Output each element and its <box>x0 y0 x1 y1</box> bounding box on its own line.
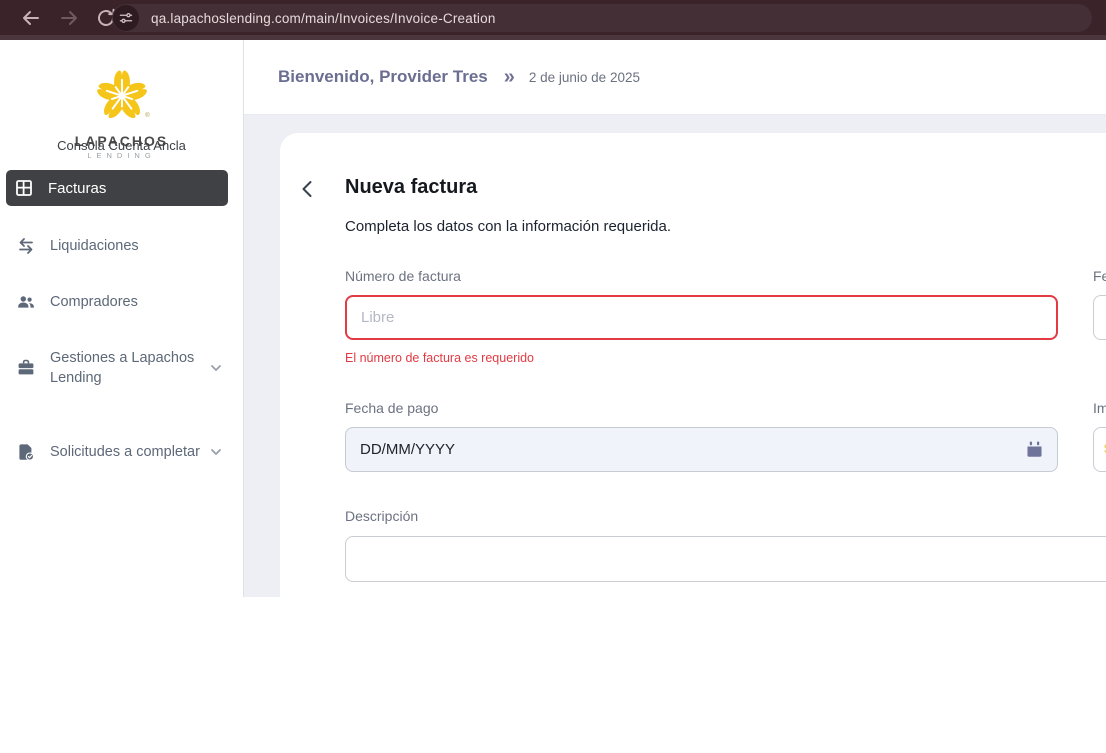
payment-date-label: Fecha de pago <box>345 400 439 416</box>
swap-arrows-icon <box>19 238 33 254</box>
description-label: Descripción <box>345 508 419 524</box>
people-icon <box>18 296 34 308</box>
page-header: Bienvenido, Provider Tres » 2 de junio d… <box>244 40 1106 115</box>
invoice-creation-card: Nueva factura Completa los datos con la … <box>280 133 1106 753</box>
browser-toolbar: qa.lapachoslending.com/main/Invoices/Inv… <box>0 0 1106 40</box>
chevron-down-icon[interactable] <box>208 360 224 376</box>
right-col-field1-input[interactable] <box>1093 295 1106 340</box>
lapacho-flower-icon: ® <box>96 70 150 119</box>
sidebar-item-gestiones[interactable]: Gestiones a Lapachos Lending <box>8 346 230 390</box>
briefcase-icon <box>18 359 34 375</box>
sidebar-item-liquidaciones[interactable]: Liquidaciones <box>8 232 230 260</box>
browser-forward-icon[interactable] <box>58 7 80 29</box>
double-chevron-icon: » <box>503 66 515 88</box>
sidebar-item-label: Facturas <box>48 179 107 197</box>
right-col-field1-label: Fe <box>1093 268 1106 284</box>
sidebar-item-label: Compradores <box>50 293 138 310</box>
sidebar-item-compradores[interactable]: Compradores <box>8 288 230 316</box>
invoice-number-error: El número de factura es requerido <box>345 351 534 365</box>
sidebar-item-solicitudes[interactable]: Solicitudes a completar <box>8 430 230 474</box>
browser-back-icon[interactable] <box>20 7 42 29</box>
document-check-icon <box>19 444 35 461</box>
invoice-number-label: Número de factura <box>345 268 461 284</box>
back-button[interactable] <box>296 177 320 201</box>
registered-mark: ® <box>145 112 150 119</box>
current-date: 2 de junio de 2025 <box>528 69 640 85</box>
sidebar-item-label: Gestiones a Lapachos Lending <box>50 349 195 386</box>
sidebar-item-facturas[interactable]: Facturas <box>6 170 228 206</box>
description-input[interactable] <box>345 536 1106 582</box>
address-bar[interactable]: qa.lapachoslending.com/main/Invoices/Inv… <box>112 4 1092 32</box>
console-label: Consola Cuenta Ancla <box>57 138 186 153</box>
chevron-down-icon[interactable] <box>208 444 224 460</box>
sidebar-item-label: Liquidaciones <box>50 237 139 254</box>
sidebar-item-label: Solicitudes a completar <box>50 443 200 460</box>
invoice-number-input[interactable] <box>345 295 1058 340</box>
payment-date-value: DD/MM/YYYY <box>360 441 456 458</box>
right-col-field2-label: Im <box>1093 400 1106 416</box>
sidebar: ® LAPACHOS LENDING Consola Cuenta Ancla … <box>0 40 244 597</box>
payment-date-input[interactable]: DD/MM/YYYY <box>345 427 1058 472</box>
welcome-title: Bienvenido, Provider Tres <box>278 67 488 86</box>
site-settings-button[interactable] <box>113 5 139 31</box>
form-subtitle: Completa los datos con la información re… <box>345 218 672 235</box>
url-text[interactable]: qa.lapachoslending.com/main/Invoices/Inv… <box>151 11 496 26</box>
right-col-field2-input[interactable]: $ <box>1093 427 1106 472</box>
tune-icon <box>119 13 133 23</box>
form-title: Nueva factura <box>345 176 478 198</box>
calendar-icon[interactable] <box>1025 440 1044 459</box>
grid-icon <box>16 180 32 196</box>
